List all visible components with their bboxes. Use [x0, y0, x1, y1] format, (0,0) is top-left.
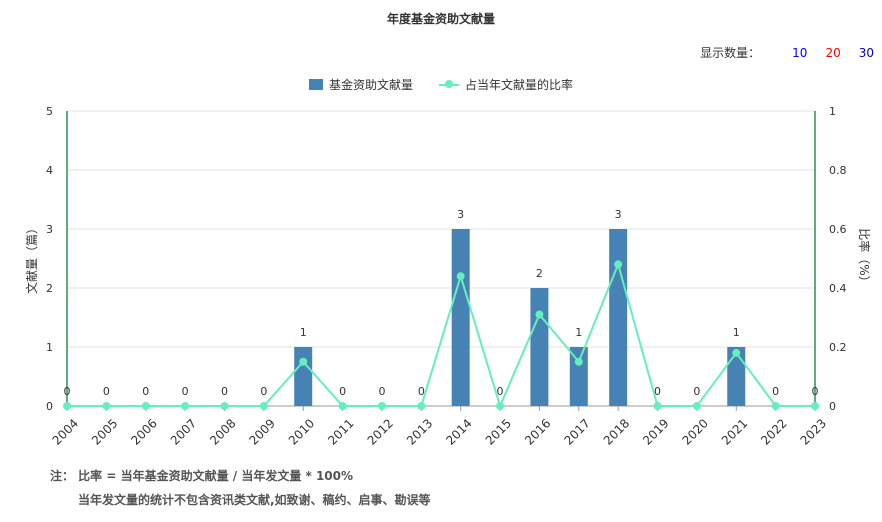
y2-tick-label: 0.2	[829, 341, 847, 354]
bar-value-label: 1	[733, 326, 740, 339]
ratio-point	[377, 402, 386, 410]
x-tick-label: 2004	[50, 416, 81, 447]
ratio-point	[259, 402, 268, 410]
y-tick-label: 4	[46, 164, 53, 177]
bar-value-label: 3	[457, 208, 464, 221]
ratio-point	[614, 260, 623, 269]
ratio-point	[220, 402, 229, 410]
ratio-point	[141, 402, 150, 410]
x-tick-label: 2022	[758, 416, 789, 447]
ratio-point	[102, 402, 111, 410]
ratio-point	[811, 402, 819, 410]
bar-value-label: 0	[103, 385, 110, 398]
y-tick-label: 0	[46, 400, 53, 413]
note-line-1: 注： 比率 = 当年基金资助文献量 / 当年发文量 * 100%	[50, 469, 354, 483]
bar-value-label: 0	[772, 385, 779, 398]
bar-value-label: 0	[693, 385, 700, 398]
y2-tick-label: 0.4	[829, 282, 847, 295]
y2-axis-title: 比率（%）	[857, 228, 872, 287]
bar-value-label: 0	[182, 385, 189, 398]
bar-value-label: 0	[339, 385, 346, 398]
ratio-point	[496, 402, 505, 410]
ratio-point	[692, 402, 701, 410]
bar-value-label: 0	[142, 385, 149, 398]
ratio-point	[181, 402, 190, 410]
ratio-line	[67, 261, 815, 409]
y-tick-label: 5	[46, 105, 53, 118]
y-tick-label: 1	[46, 341, 53, 354]
bar	[294, 347, 313, 406]
x-tick-label: 2013	[404, 416, 435, 447]
bar-value-label: 0	[221, 385, 228, 398]
bar-value-label: 3	[615, 208, 622, 221]
x-tick-label: 2010	[286, 416, 317, 447]
y2-tick-label: 0.6	[829, 223, 847, 236]
x-tick-label: 2011	[325, 416, 356, 447]
bar-value-label: 2	[536, 267, 543, 280]
ratio-point	[417, 402, 426, 410]
ratio-point	[299, 357, 308, 366]
note-line-2: 当年发文量的统计不包含资讯类文献,如致谢、稿约、启事、勘误等	[78, 493, 431, 507]
x-tick-label: 2007	[168, 416, 199, 447]
x-tick-label: 2020	[680, 416, 711, 447]
ratio-point	[771, 402, 780, 410]
ratio-point	[63, 402, 71, 410]
ratio-point	[574, 357, 583, 366]
y-axis-title: 文献量（篇）	[24, 222, 39, 294]
x-tick-label: 2005	[89, 416, 120, 447]
bar	[569, 347, 588, 406]
x-tick-label: 2006	[128, 416, 159, 447]
bar-value-label: 1	[575, 326, 582, 339]
y2-tick-label: 0	[829, 400, 836, 413]
bar	[530, 288, 549, 406]
x-tick-label: 2009	[246, 416, 277, 447]
x-tick-label: 2014	[443, 416, 474, 447]
y-tick-label: 2	[46, 282, 53, 295]
x-tick-label: 2016	[522, 416, 553, 447]
x-tick-label: 2019	[640, 416, 671, 447]
ratio-point	[456, 272, 465, 281]
bar	[609, 229, 628, 406]
ratio-point	[653, 402, 662, 410]
x-tick-label: 2012	[365, 416, 396, 447]
x-tick-label: 2018	[601, 416, 632, 447]
x-tick-label: 2021	[719, 416, 750, 447]
ratio-point	[338, 402, 347, 410]
bar-value-label: 0	[260, 385, 267, 398]
bar	[451, 229, 470, 406]
y2-tick-label: 1	[829, 105, 836, 118]
ratio-point	[535, 310, 544, 319]
chart-canvas: 0 1 2 3 4 5 0 0.2 0.4 0.6 0.8 1 文献量（篇） 比率（%） 2004 2005 2…	[24, 105, 872, 448]
x-tick-label: 2008	[207, 416, 238, 447]
y-tick-label: 3	[46, 223, 53, 236]
bar-value-label: 0	[64, 385, 71, 398]
ratio-point	[732, 348, 741, 357]
x-tick-label: 2017	[561, 416, 592, 447]
x-tick-label: 2015	[483, 416, 514, 447]
bar-value-label: 0	[378, 385, 385, 398]
x-tick-label: 2023	[798, 416, 829, 447]
bar-value-label: 1	[300, 326, 307, 339]
y2-tick-label: 0.8	[829, 164, 847, 177]
bar-value-label: 0	[812, 385, 819, 398]
